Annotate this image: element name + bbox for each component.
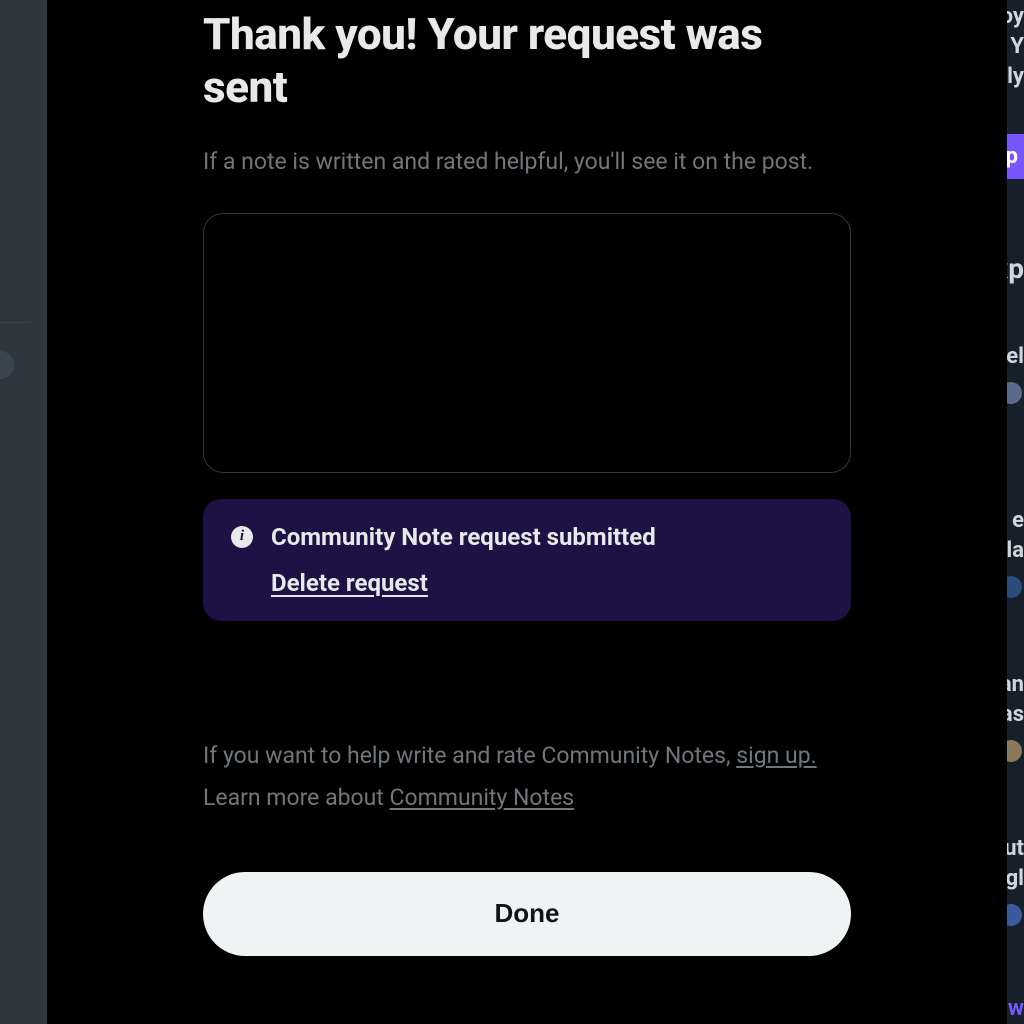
- help-section: If you want to help write and rate Commu…: [203, 739, 851, 816]
- community-note-modal: Thank you! Your request was sent If a no…: [47, 0, 1007, 1024]
- modal-backdrop: Thank you! Your request was sent If a no…: [0, 0, 1024, 1024]
- status-banner: i Community Note request submitted Delet…: [203, 499, 851, 621]
- sign-up-link[interactable]: sign up.: [736, 742, 816, 769]
- done-button[interactable]: Done: [203, 872, 851, 956]
- post-embed-box: [203, 213, 851, 473]
- help-text-learn: Learn more about Community Notes: [203, 781, 851, 816]
- modal-subtitle: If a note is written and rated helpful, …: [203, 146, 851, 177]
- info-icon: i: [231, 526, 253, 548]
- modal-title: Thank you! Your request was sent: [203, 0, 851, 114]
- help-text-prefix-2: Learn more about: [203, 784, 390, 811]
- help-text-signup: If you want to help write and rate Commu…: [203, 739, 851, 774]
- delete-request-link[interactable]: Delete request: [271, 569, 428, 597]
- status-text: Community Note request submitted: [271, 523, 656, 551]
- community-notes-link[interactable]: Community Notes: [390, 784, 575, 811]
- help-text-prefix: If you want to help write and rate Commu…: [203, 742, 736, 769]
